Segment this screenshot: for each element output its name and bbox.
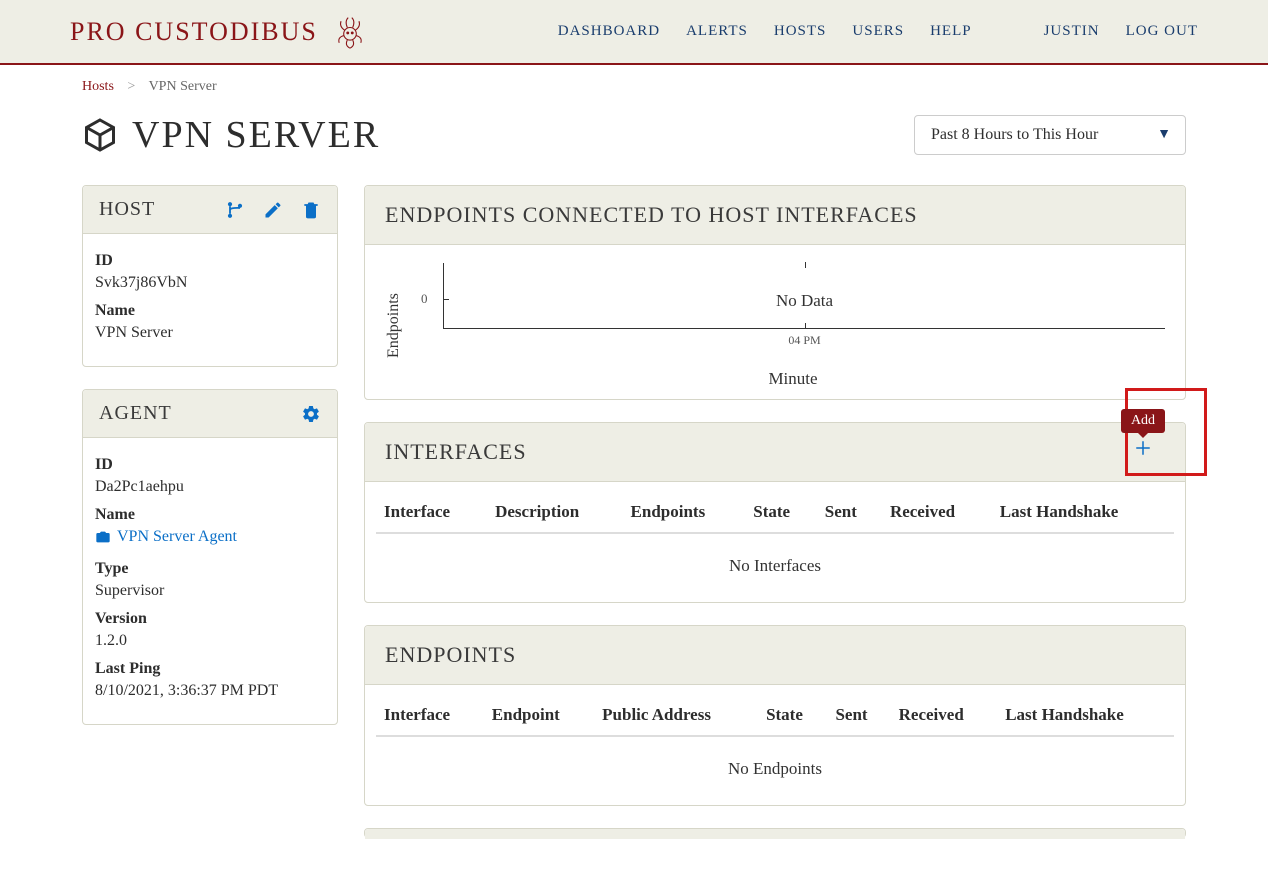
endpoints-table: Interface Endpoint Public Address State … bbox=[376, 695, 1174, 737]
add-tooltip: Add bbox=[1121, 409, 1165, 433]
interfaces-panel: INTERFACES Add Interface Description End… bbox=[364, 422, 1186, 603]
trash-icon[interactable] bbox=[301, 200, 321, 220]
page-title: VPN SERVER bbox=[82, 113, 380, 157]
host-panel: HOST ID Svk37j86VbN Name VPN Server bbox=[82, 185, 338, 367]
breadcrumb: Hosts > VPN Server bbox=[82, 79, 1186, 95]
agent-version-value: 1.2.0 bbox=[95, 632, 325, 650]
plus-icon bbox=[1134, 439, 1152, 457]
chart-xtick: 04 PM bbox=[788, 333, 820, 348]
agent-name-label: Name bbox=[95, 506, 325, 524]
breadcrumb-sep: > bbox=[127, 79, 135, 94]
main-container: Hosts > VPN Server VPN SERVER Past 8 Hou… bbox=[0, 65, 1268, 890]
col-ep-endpoint[interactable]: Endpoint bbox=[484, 695, 594, 736]
chevron-down-icon: ▼ bbox=[1157, 127, 1171, 143]
camera-icon bbox=[95, 529, 111, 545]
chart-ylabel: Endpoints bbox=[385, 263, 403, 389]
branch-icon[interactable] bbox=[225, 200, 245, 220]
time-range-value: Past 8 Hours to This Hour bbox=[931, 126, 1098, 144]
host-name-value: VPN Server bbox=[95, 324, 325, 342]
nav-hosts[interactable]: HOSTS bbox=[774, 23, 827, 40]
host-name-label: Name bbox=[95, 302, 325, 320]
col-sent[interactable]: Sent bbox=[817, 492, 882, 533]
agent-type-value: Supervisor bbox=[95, 582, 325, 600]
col-ep-address[interactable]: Public Address bbox=[594, 695, 758, 736]
nav-help[interactable]: HELP bbox=[930, 23, 972, 40]
nav-dashboard[interactable]: DASHBOARD bbox=[558, 23, 660, 40]
nav-users[interactable]: USERS bbox=[852, 23, 904, 40]
breadcrumb-parent[interactable]: Hosts bbox=[82, 79, 114, 94]
chart-xlabel: Minute bbox=[421, 369, 1165, 389]
host-panel-title: HOST bbox=[99, 198, 155, 221]
host-id-value: Svk37j86VbN bbox=[95, 274, 325, 292]
agent-panel: AGENT ID Da2Pc1aehpu Name VPN Server Age… bbox=[82, 389, 338, 725]
top-bar: PRO CUSTODIBUS DASHBOARD ALERTS HOSTS US… bbox=[0, 0, 1268, 65]
nav-alerts[interactable]: ALERTS bbox=[686, 23, 748, 40]
chart-ytick: 0 bbox=[421, 291, 428, 307]
col-description[interactable]: Description bbox=[487, 492, 622, 533]
endpoints-chart-panel: ENDPOINTS CONNECTED TO HOST INTERFACES E… bbox=[364, 185, 1186, 400]
interfaces-empty: No Interfaces bbox=[365, 534, 1185, 602]
agent-ping-label: Last Ping bbox=[95, 660, 325, 678]
col-handshake[interactable]: Last Handshake bbox=[992, 492, 1174, 533]
agent-id-label: ID bbox=[95, 456, 325, 474]
medusa-logo-icon bbox=[332, 14, 368, 50]
main-nav: DASHBOARD ALERTS HOSTS USERS HELP JUSTIN… bbox=[558, 23, 1198, 40]
col-interface[interactable]: Interface bbox=[376, 492, 487, 533]
chart-plot: No Data 04 PM bbox=[443, 263, 1165, 329]
col-state[interactable]: State bbox=[745, 492, 817, 533]
chart-no-data: No Data bbox=[444, 291, 1165, 311]
pencil-icon[interactable] bbox=[263, 200, 283, 220]
agent-name-text: VPN Server Agent bbox=[117, 528, 237, 546]
agent-panel-title: AGENT bbox=[99, 402, 172, 425]
nav-logout[interactable]: LOG OUT bbox=[1126, 23, 1198, 40]
agent-type-label: Type bbox=[95, 560, 325, 578]
endpoints-panel: ENDPOINTS Interface Endpoint Public Addr… bbox=[364, 625, 1186, 806]
col-received[interactable]: Received bbox=[882, 492, 992, 533]
add-interface-button[interactable] bbox=[1129, 437, 1157, 464]
breadcrumb-current: VPN Server bbox=[149, 79, 217, 94]
agent-version-label: Version bbox=[95, 610, 325, 628]
host-id-label: ID bbox=[95, 252, 325, 270]
agent-name-link[interactable]: VPN Server Agent bbox=[95, 528, 237, 546]
endpoints-title: ENDPOINTS bbox=[385, 642, 516, 668]
brand-text: PRO CUSTODIBUS bbox=[70, 17, 318, 47]
col-ep-handshake[interactable]: Last Handshake bbox=[997, 695, 1174, 736]
cube-icon bbox=[82, 117, 118, 153]
col-ep-interface[interactable]: Interface bbox=[376, 695, 484, 736]
next-panel-stub bbox=[364, 828, 1186, 838]
endpoints-empty: No Endpoints bbox=[365, 737, 1185, 805]
nav-current-user[interactable]: JUSTIN bbox=[1044, 23, 1100, 40]
col-ep-sent[interactable]: Sent bbox=[827, 695, 890, 736]
brand[interactable]: PRO CUSTODIBUS bbox=[70, 14, 368, 50]
agent-id-value: Da2Pc1aehpu bbox=[95, 478, 325, 496]
time-range-select[interactable]: Past 8 Hours to This Hour ▼ bbox=[914, 115, 1186, 155]
page-title-text: VPN SERVER bbox=[132, 113, 380, 157]
col-ep-state[interactable]: State bbox=[758, 695, 827, 736]
col-ep-received[interactable]: Received bbox=[891, 695, 998, 736]
gear-icon[interactable] bbox=[301, 404, 321, 424]
col-endpoints[interactable]: Endpoints bbox=[623, 492, 746, 533]
interfaces-title: INTERFACES bbox=[385, 439, 527, 465]
chart-panel-title: ENDPOINTS CONNECTED TO HOST INTERFACES bbox=[385, 202, 918, 228]
agent-ping-value: 8/10/2021, 3:36:37 PM PDT bbox=[95, 682, 325, 700]
interfaces-table: Interface Description Endpoints State Se… bbox=[376, 492, 1174, 534]
page-header: VPN SERVER Past 8 Hours to This Hour ▼ bbox=[82, 113, 1186, 157]
